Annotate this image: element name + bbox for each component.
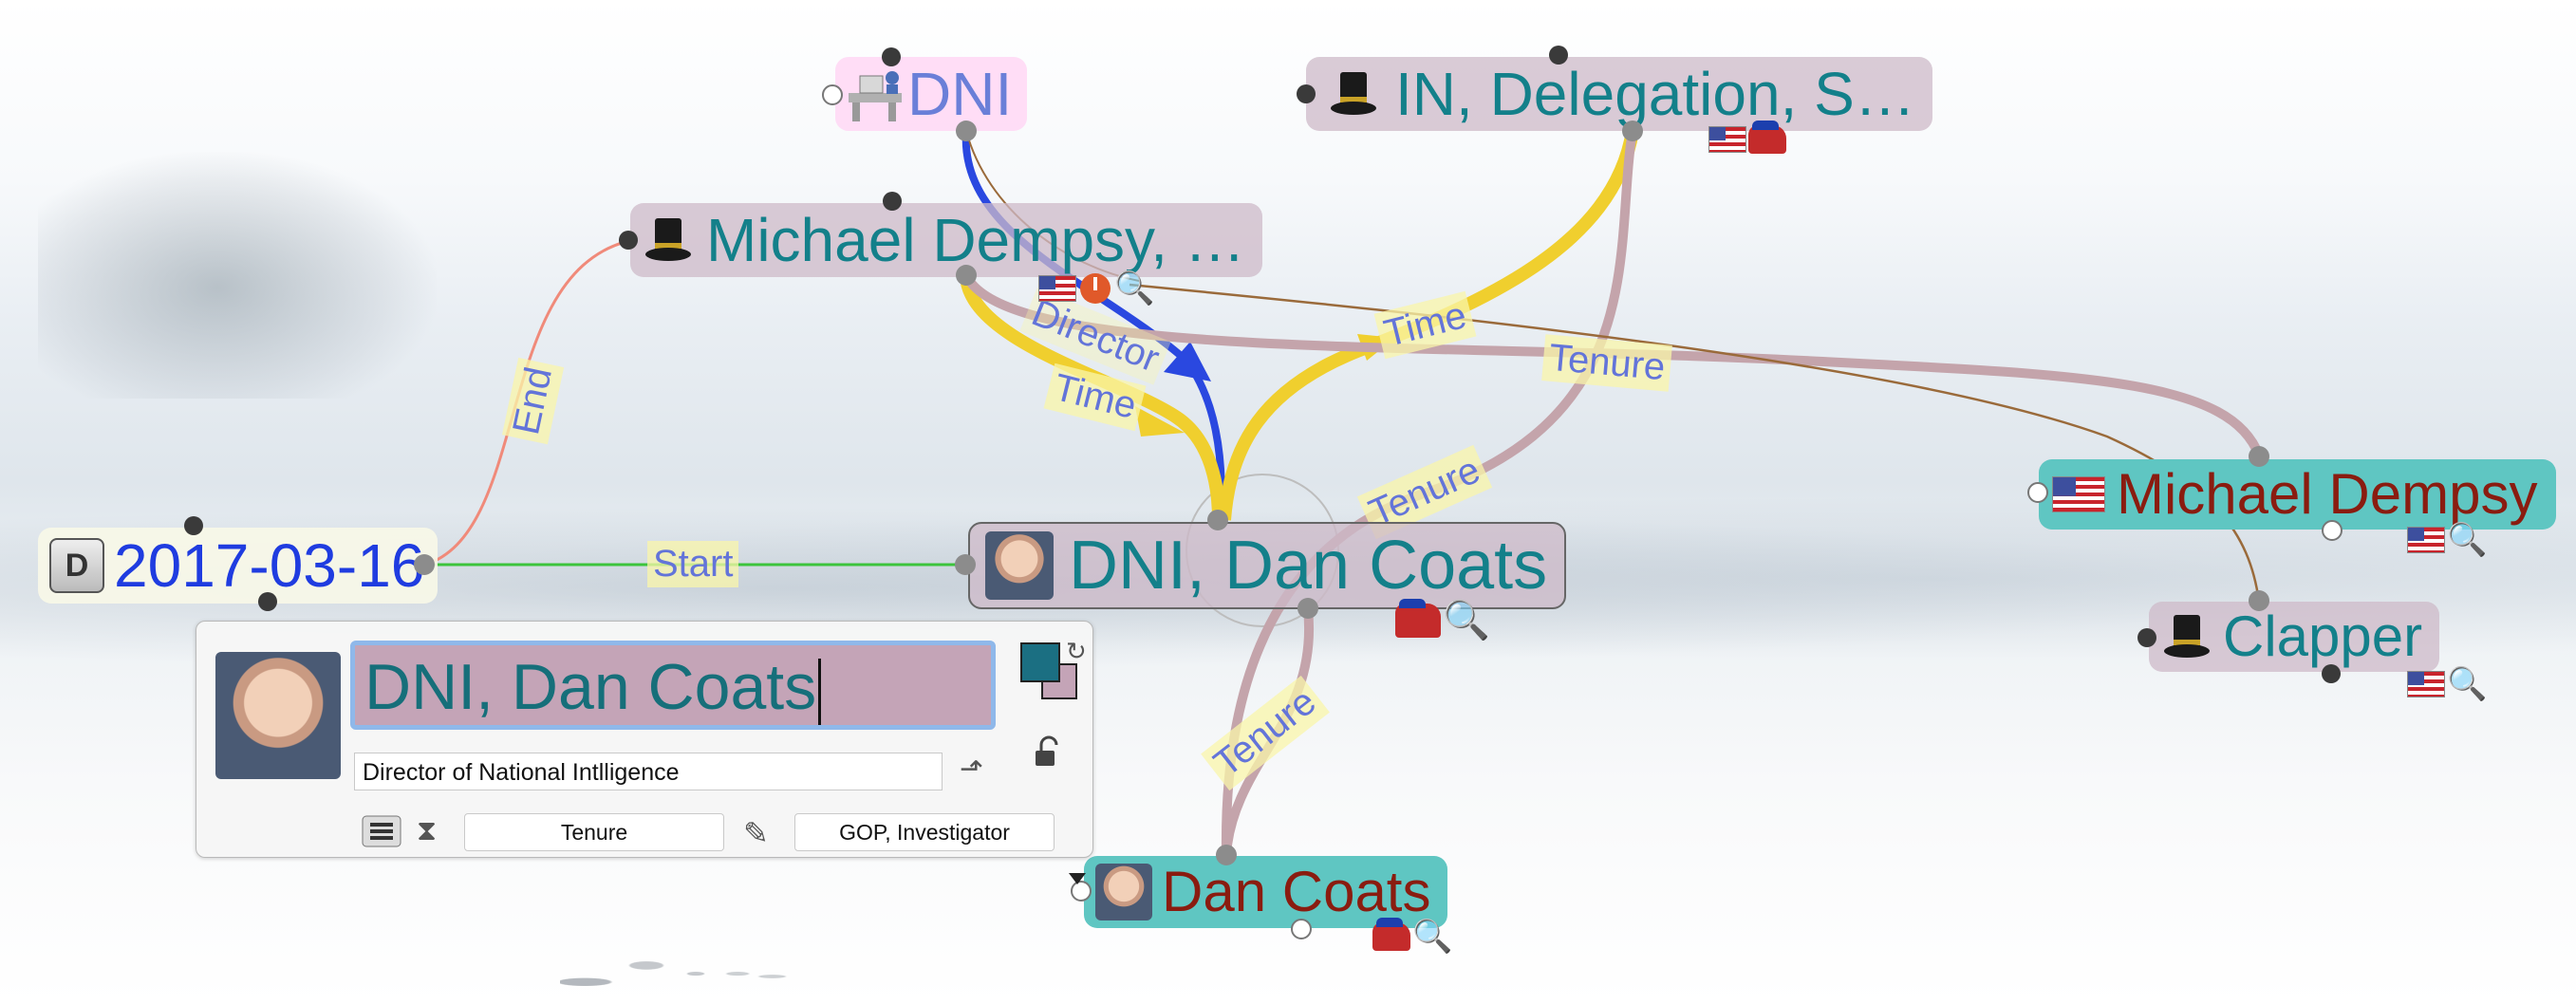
- handle[interactable]: [2249, 446, 2269, 467]
- magnifier-icon: 🔍: [1114, 270, 1155, 307]
- role-field[interactable]: Tenure: [464, 813, 724, 851]
- tags-field[interactable]: GOP, Investigator: [794, 813, 1055, 851]
- handle[interactable]: [883, 192, 902, 211]
- node-editor-panel: DNI, Dan Coats ↻ Director of National In…: [196, 621, 1093, 858]
- handle[interactable]: [1291, 919, 1312, 939]
- handle[interactable]: [1216, 845, 1237, 865]
- node-clapper[interactable]: Clapper: [2149, 602, 2440, 672]
- dan-coats-badges: 🔍: [1372, 918, 1453, 955]
- handle[interactable]: [414, 554, 435, 575]
- magnifier-icon: 🔍: [2447, 666, 2488, 702]
- node-date[interactable]: D 2017-03-16: [38, 528, 439, 604]
- handle[interactable]: [2322, 520, 2343, 541]
- handle[interactable]: [2137, 628, 2156, 647]
- gop-elephant-icon: [1748, 121, 1786, 154]
- promote-arrow-icon[interactable]: ⬏: [960, 753, 983, 786]
- pencil-icon[interactable]: ✎: [743, 815, 769, 851]
- top-hat-icon: [1331, 72, 1376, 115]
- handle[interactable]: [2249, 590, 2269, 611]
- gop-elephant-icon: [1395, 599, 1441, 638]
- node-delegation-label: IN, Delegation, S…: [1395, 60, 1915, 128]
- handle[interactable]: [882, 47, 901, 66]
- michael-dempsy-teal-badges: 🔍: [2407, 524, 2487, 556]
- handle[interactable]: [258, 592, 277, 611]
- title-input[interactable]: DNI, Dan Coats: [350, 641, 996, 730]
- node-clapper-label: Clapper: [2223, 604, 2423, 668]
- us-flag-icon: [2407, 671, 2445, 697]
- us-flag-icon: [1038, 275, 1076, 302]
- subtitle-input[interactable]: Director of National Intlligence: [354, 753, 943, 790]
- us-flag-icon: [2052, 476, 2105, 512]
- node-photo[interactable]: [215, 652, 341, 779]
- node-delegation[interactable]: IN, Delegation, S…: [1306, 57, 1932, 131]
- magnifier-icon: 🔍: [1412, 919, 1453, 955]
- list-view-icon[interactable]: [362, 815, 401, 854]
- handle[interactable]: [956, 121, 977, 141]
- portrait-icon: [985, 531, 1054, 600]
- node-date-label: 2017-03-16: [114, 531, 425, 600]
- dni-dan-coats-badges: 🔍: [1395, 599, 1490, 641]
- handle[interactable]: [184, 516, 203, 535]
- title-input-value: DNI, Dan Coats: [364, 651, 817, 723]
- node-michael-dempsy-label: Michael Dempsy: [2117, 462, 2538, 526]
- node-dan-coats-label: Dan Coats: [1162, 860, 1431, 923]
- hourglass-icon[interactable]: ⧗: [417, 815, 437, 847]
- handle[interactable]: [2027, 482, 2048, 503]
- node-dni-dan-coats-label: DNI, Dan Coats: [1069, 528, 1548, 604]
- node-dni-label: DNI: [907, 60, 1013, 128]
- handle[interactable]: [1549, 46, 1568, 65]
- power-icon: [1080, 273, 1111, 304]
- clapper-badges: 🔍: [2407, 668, 2487, 700]
- edge-label-start[interactable]: Start: [647, 541, 739, 587]
- unlock-icon[interactable]: [1032, 735, 1064, 776]
- magnifier-icon: 🔍: [2447, 522, 2488, 558]
- michael-dempsy-badges: 🔍: [1038, 271, 1154, 306]
- us-flag-icon: [1708, 126, 1746, 153]
- handle[interactable]: [955, 554, 976, 575]
- top-hat-icon: [2164, 615, 2210, 658]
- handle[interactable]: [956, 265, 977, 286]
- handle[interactable]: [1297, 598, 1318, 619]
- node-michael-dempsy-truncated[interactable]: Michael Dempsy, …: [630, 203, 1262, 277]
- portrait-icon: [1095, 864, 1152, 920]
- date-badge-icon: D: [49, 538, 104, 593]
- delegation-badges: [1708, 121, 1786, 154]
- node-michael-dempsy-truncated-label: Michael Dempsy, …: [706, 206, 1245, 274]
- handle[interactable]: [1207, 510, 1228, 530]
- fill-color-swatch[interactable]: [1020, 642, 1060, 682]
- us-flag-icon: [2407, 527, 2445, 553]
- node-dni-dan-coats[interactable]: DNI, Dan Coats: [968, 522, 1567, 609]
- swap-colors-icon[interactable]: ↻: [1066, 637, 1087, 666]
- text-caret: [818, 659, 822, 726]
- handle[interactable]: [1622, 121, 1643, 141]
- node-dni[interactable]: DNI: [835, 57, 1028, 131]
- background-ducks: [560, 949, 807, 1004]
- collapse-triangle-icon[interactable]: [1069, 873, 1086, 884]
- handle[interactable]: [822, 84, 843, 105]
- gop-elephant-icon: [1372, 918, 1410, 951]
- handle[interactable]: [619, 231, 638, 250]
- handle[interactable]: [2322, 664, 2341, 683]
- top-hat-icon: [645, 218, 691, 261]
- handle[interactable]: [1297, 84, 1316, 103]
- magnifier-icon: 🔍: [1443, 600, 1490, 641]
- node-michael-dempsy[interactable]: Michael Dempsy: [2039, 459, 2557, 530]
- desk-icon: [849, 71, 902, 121]
